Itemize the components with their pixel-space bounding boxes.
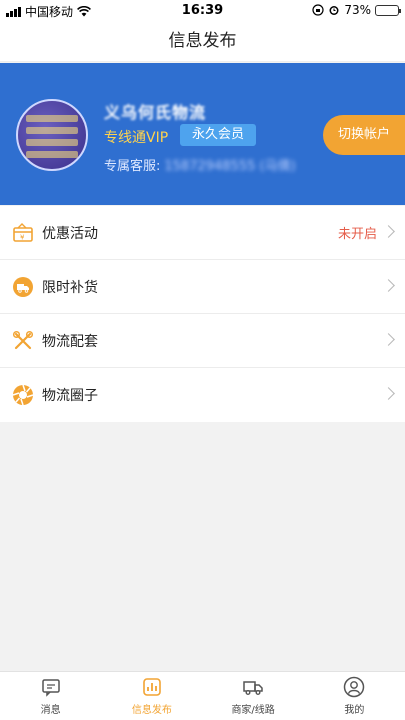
tab-label: 消息 — [40, 705, 61, 716]
aperture-icon — [12, 384, 34, 406]
menu-item-restock[interactable]: 限时补货 — [0, 260, 405, 314]
profile-banner: 义乌何氏物流 专线通VIP 永久会员 专属客服: 15872948555 (马倩… — [0, 63, 405, 205]
tools-icon — [12, 330, 34, 352]
service-phone[interactable]: 15872948555 (马倩) — [164, 155, 295, 174]
member-badge: 永久会员 — [180, 124, 257, 146]
company-name: 义乌何氏物流 — [104, 103, 207, 122]
menu-list: ¥ 优惠活动 未开启 限时补货 物流配套 物流圈子 — [0, 206, 405, 422]
tab-label: 信息发布 — [131, 705, 172, 716]
status-right: 73% — [312, 3, 401, 17]
menu-item-label: 优惠活动 — [42, 225, 98, 242]
customer-service: 专属客服: 15872948555 (马倩) — [104, 155, 296, 174]
tab-merchants-routes[interactable]: 商家/线路 — [203, 672, 304, 720]
chevron-right-icon — [382, 279, 395, 292]
alarm-icon — [329, 6, 339, 15]
menu-item-promotions[interactable]: ¥ 优惠活动 未开启 — [0, 206, 405, 260]
chevron-right-icon — [382, 333, 395, 346]
orientation-lock-icon — [312, 4, 324, 16]
menu-item-status: 未开启 — [337, 227, 377, 242]
tab-bar: 消息 信息发布 商家/线路 我的 — [0, 671, 405, 720]
tab-publish[interactable]: 信息发布 — [101, 672, 202, 720]
message-icon — [41, 679, 60, 697]
tab-label: 商家/线路 — [231, 705, 275, 716]
menu-item-label: 物流配套 — [42, 333, 98, 350]
menu-item-logistics-circle[interactable]: 物流圈子 — [0, 368, 405, 422]
coupon-icon: ¥ — [12, 222, 34, 244]
battery-percent: 73% — [344, 3, 371, 17]
switch-account-button[interactable]: 切换帐户 — [323, 115, 405, 155]
user-icon — [344, 676, 365, 698]
vip-label: 专线通VIP — [104, 130, 169, 146]
tab-label: 我的 — [344, 705, 365, 716]
status-bar: 中国移动 16:39 73% — [0, 0, 405, 20]
avatar[interactable] — [16, 99, 88, 171]
chevron-right-icon — [382, 225, 395, 238]
delivery-truck-icon — [12, 276, 34, 298]
screen: 中国移动 16:39 73% 信息发布 义乌何氏物流 专线通VIP 永久会员 专… — [0, 0, 405, 720]
tab-mine[interactable]: 我的 — [304, 672, 405, 720]
tab-messages[interactable]: 消息 — [0, 672, 101, 720]
page-title: 信息发布 — [0, 20, 405, 62]
service-label: 专属客服: — [104, 159, 161, 174]
publish-icon — [143, 678, 161, 696]
svg-text:¥: ¥ — [20, 233, 25, 241]
menu-item-label: 物流圈子 — [42, 388, 98, 404]
menu-item-logistics-support[interactable]: 物流配套 — [0, 314, 405, 368]
truck-icon — [243, 681, 263, 695]
battery-icon — [375, 4, 401, 16]
chevron-right-icon — [382, 387, 395, 400]
menu-item-label: 限时补货 — [42, 279, 98, 296]
